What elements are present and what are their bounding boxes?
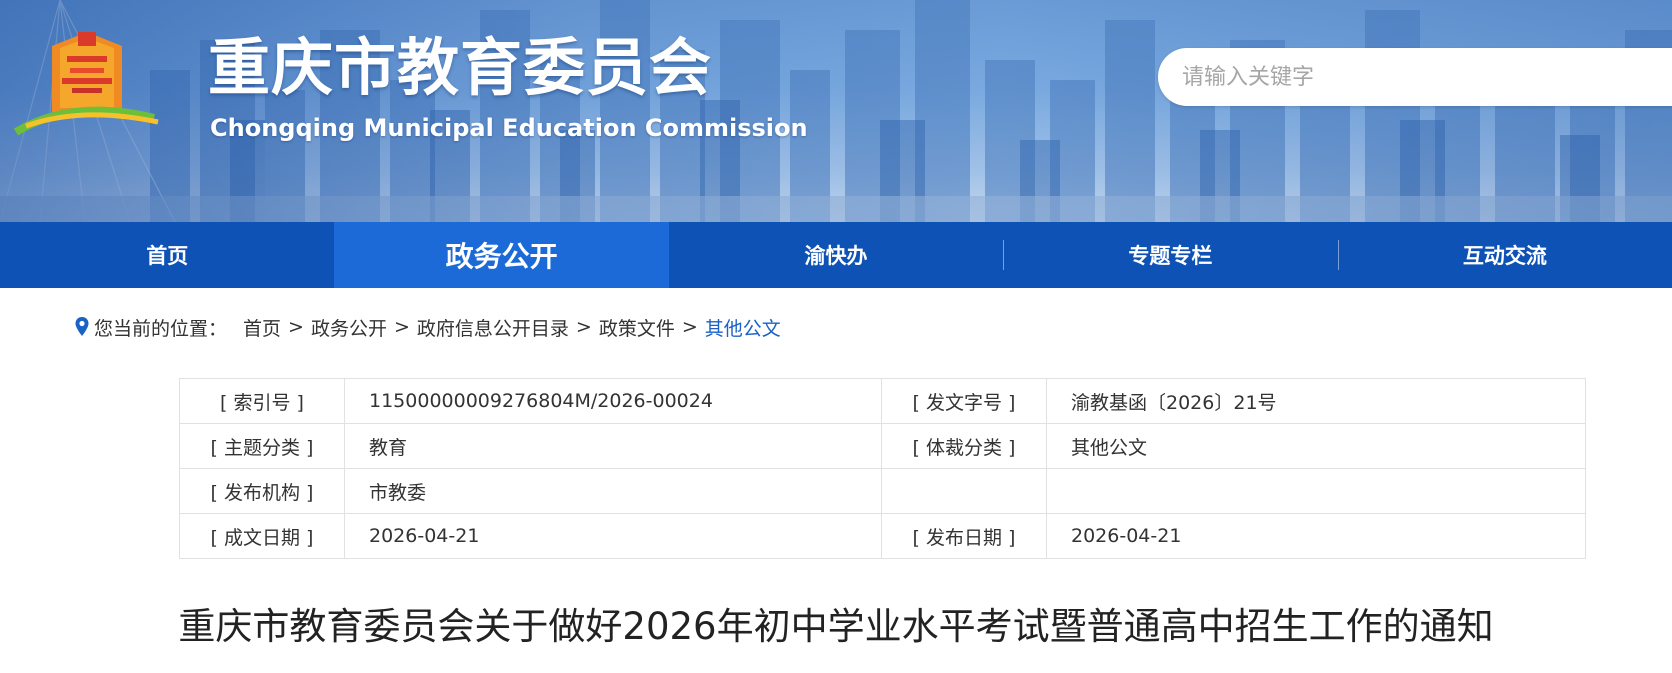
subject-category-value: 教育 <box>344 423 882 469</box>
article-title: 重庆市教育委员会关于做好2026年初中学业水平考试暨普通高中招生工作的通知 <box>178 605 1494 648</box>
chongqing-edu-logo-icon <box>13 32 159 136</box>
breadcrumb-separator: > <box>393 316 410 338</box>
empty-cell <box>1046 468 1586 514</box>
nav-item-home[interactable]: 首页 <box>0 222 334 288</box>
location-pin-icon <box>75 317 89 336</box>
breadcrumb: 您当前的位置： 首页 > 政务公开 > 政府信息公开目录 > 政策文件 > 其他… <box>74 314 781 340</box>
breadcrumb-government-affairs[interactable]: 政务公开 <box>311 314 387 341</box>
breadcrumb-policy-documents[interactable]: 政策文件 <box>599 314 675 341</box>
index-number-value: 11500000009276804M/2026-00024 <box>344 378 882 424</box>
search-box <box>1158 48 1672 106</box>
issuing-agency-label: [ 发布机构 ] <box>179 468 345 514</box>
written-date-label: [ 成文日期 ] <box>179 513 345 559</box>
breadcrumb-separator: > <box>681 316 698 338</box>
nav-item-yukuaiban[interactable]: 渝快办 <box>669 222 1003 288</box>
issuing-agency-value: 市教委 <box>344 468 882 514</box>
table-row: [ 主题分类 ] 教育 [ 体裁分类 ] 其他公文 <box>179 423 1586 469</box>
table-row: [ 发布机构 ] 市教委 <box>179 468 1586 514</box>
publish-date-label: [ 发布日期 ] <box>881 513 1047 559</box>
breadcrumb-separator: > <box>575 316 592 338</box>
site-subtitle: Chongqing Municipal Education Commission <box>210 114 808 142</box>
breadcrumb-info-catalog[interactable]: 政府信息公开目录 <box>417 314 569 341</box>
document-number-value: 渝教基函〔2026〕21号 <box>1046 378 1586 424</box>
breadcrumb-other-documents[interactable]: 其他公文 <box>705 314 781 341</box>
empty-cell <box>881 468 1047 514</box>
genre-category-label: [ 体裁分类 ] <box>881 423 1047 469</box>
site-title: 重庆市教育委员会 <box>208 31 713 104</box>
search-input[interactable] <box>1182 48 1662 106</box>
publish-date-value: 2026-04-21 <box>1046 513 1586 559</box>
breadcrumb-label: 您当前的位置： <box>94 317 228 340</box>
main-nav: 首页 政务公开 渝快办 专题专栏 互动交流 <box>0 222 1672 288</box>
nav-item-special-topics[interactable]: 专题专栏 <box>1003 222 1337 288</box>
written-date-value: 2026-04-21 <box>344 513 882 559</box>
breadcrumb-separator: > <box>288 316 304 338</box>
document-info-table: [ 索引号 ] 11500000009276804M/2026-00024 [ … <box>179 378 1586 559</box>
nav-item-interaction[interactable]: 互动交流 <box>1337 222 1672 288</box>
index-number-label: [ 索引号 ] <box>179 378 345 424</box>
breadcrumb-home[interactable]: 首页 <box>243 314 281 341</box>
genre-category-value: 其他公文 <box>1046 423 1586 469</box>
nav-item-government-affairs[interactable]: 政务公开 <box>334 222 669 288</box>
document-number-label: [ 发文字号 ] <box>881 378 1047 424</box>
site-banner: 重庆市教育委员会 Chongqing Municipal Education C… <box>0 0 1672 222</box>
table-row: [ 成文日期 ] 2026-04-21 [ 发布日期 ] 2026-04-21 <box>179 513 1586 559</box>
table-row: [ 索引号 ] 11500000009276804M/2026-00024 [ … <box>179 378 1586 424</box>
subject-category-label: [ 主题分类 ] <box>179 423 345 469</box>
